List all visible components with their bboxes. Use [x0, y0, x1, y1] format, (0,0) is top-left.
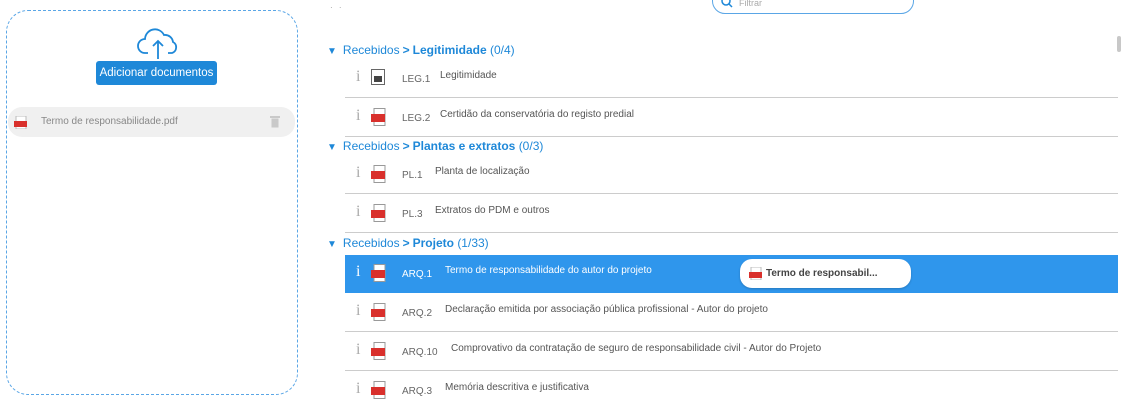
upload-dropzone[interactable]: Adicionar documentos Termo de responsabi…: [6, 10, 298, 395]
doc-code: PL.3: [402, 209, 423, 220]
pdf-icon: [371, 165, 386, 183]
info-icon[interactable]: i: [356, 263, 360, 281]
doc-description: Certidão da conservatória do registo pre…: [440, 109, 634, 120]
doc-description: Declaração emitida por associação públic…: [445, 304, 768, 315]
list-item[interactable]: i ARQ.3 Memória descritiva e justificati…: [345, 372, 1118, 410]
section-header-projeto[interactable]: ▼ Recebidos > Projeto (1/33): [327, 234, 489, 252]
list-item[interactable]: i ARQ.10 Comprovativo da contratação de …: [345, 333, 1118, 371]
doc-code: PL.1: [402, 170, 423, 181]
chevron-down-icon: ▼: [327, 239, 337, 250]
doc-code: ARQ.10: [402, 347, 438, 358]
doc-code: ARQ.1: [402, 269, 433, 280]
search-input[interactable]: Filtrar: [712, 0, 914, 14]
info-icon[interactable]: i: [356, 107, 360, 125]
pdf-icon: [14, 116, 27, 129]
doc-code: ARQ.2: [402, 308, 433, 319]
pdf-icon: [371, 108, 386, 126]
info-icon[interactable]: i: [356, 68, 360, 86]
doc-code: ARQ.3: [402, 386, 433, 397]
search-placeholder: Filtrar: [739, 0, 762, 8]
list-item[interactable]: i PL.1 Planta de localização: [345, 156, 1118, 194]
section-header-legitimidade[interactable]: ▼ Recebidos > Legitimidade (0/4): [327, 41, 515, 59]
info-icon[interactable]: i: [356, 341, 360, 359]
doc-code: LEG.2: [402, 113, 431, 124]
list-item[interactable]: i LEG.2 Certidão da conservatória do reg…: [345, 99, 1118, 137]
chip-file-name: Termo de responsabil...: [766, 268, 878, 279]
doc-description: Planta de localização: [435, 166, 530, 177]
list-item[interactable]: i ARQ.2 Declaração emitida por associaçã…: [345, 294, 1118, 332]
pdf-icon: [371, 342, 386, 360]
cloud-upload-icon: [137, 28, 178, 59]
info-icon[interactable]: i: [356, 164, 360, 182]
list-item[interactable]: i LEG.1 Legitimidade: [345, 60, 1118, 98]
list-item[interactable]: i PL.3 Extratos do PDM e outros: [345, 195, 1118, 233]
doc-description: Termo de responsabilidade do autor do pr…: [445, 265, 652, 276]
document-icon: [371, 69, 385, 85]
pdf-icon: [371, 381, 386, 399]
chevron-down-icon: ▼: [327, 46, 337, 57]
doc-description: Extratos do PDM e outros: [435, 205, 550, 216]
pdf-icon: [371, 303, 386, 321]
pdf-icon: [371, 264, 386, 282]
doc-description: Memória descritiva e justificativa: [445, 382, 589, 393]
attached-file-chip[interactable]: Termo de responsabil...: [740, 259, 911, 288]
file-name: Termo de responsabilidade.pdf: [41, 116, 178, 127]
uploaded-file-item[interactable]: Termo de responsabilidade.pdf: [8, 107, 295, 137]
section-header-plantas[interactable]: ▼ Recebidos > Plantas e extratos (0/3): [327, 137, 543, 155]
trash-icon[interactable]: [270, 115, 280, 128]
top-dots: · ·: [330, 3, 344, 12]
scrollbar[interactable]: [1117, 36, 1121, 52]
list-item-selected[interactable]: i ARQ.1 Termo de responsabilidade do aut…: [345, 255, 1118, 293]
info-icon[interactable]: i: [356, 203, 360, 221]
doc-description: Legitimidade: [440, 70, 497, 81]
doc-code: LEG.1: [402, 74, 431, 85]
info-icon[interactable]: i: [356, 380, 360, 398]
chevron-down-icon: ▼: [327, 142, 337, 153]
info-icon[interactable]: i: [356, 302, 360, 320]
add-documents-button[interactable]: Adicionar documentos: [96, 61, 217, 85]
pdf-icon: [371, 204, 386, 222]
pdf-icon: [749, 267, 762, 280]
search-icon: [721, 0, 733, 8]
doc-description: Comprovativo da contratação de seguro de…: [451, 343, 822, 354]
